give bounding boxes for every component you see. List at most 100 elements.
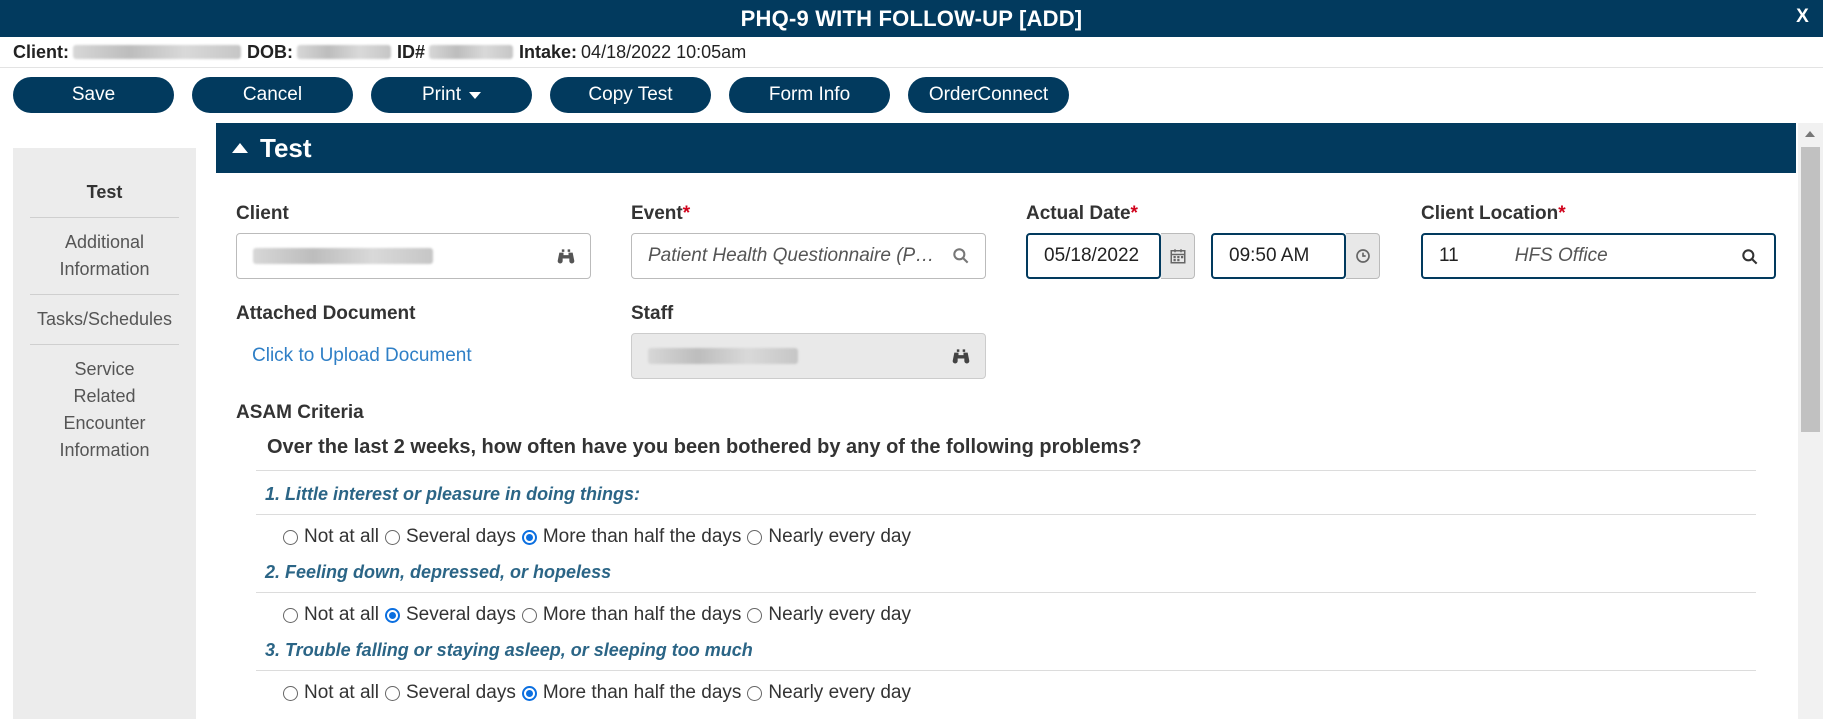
option-label: Not at all <box>304 604 379 625</box>
toolbar: Save Cancel Print Copy Test Form Info Or… <box>0 69 1823 121</box>
upload-document-link[interactable]: Click to Upload Document <box>252 345 472 367</box>
staff-name-redacted <box>648 348 798 364</box>
actual-time-input[interactable]: 09:50 AM <box>1211 233 1346 279</box>
calendar-button[interactable] <box>1161 233 1195 279</box>
radio-button-selected[interactable] <box>384 607 400 623</box>
q1-option-several-days[interactable]: Several days <box>384 526 516 548</box>
binoculars-icon[interactable] <box>556 246 576 266</box>
search-icon[interactable] <box>1740 247 1760 267</box>
q2-option-nearly-every-day[interactable]: Nearly every day <box>747 604 911 626</box>
date-value: 05/18/2022 <box>1044 245 1140 266</box>
actual-date-label: Actual Date* <box>1026 203 1138 224</box>
option-label: Nearly every day <box>768 682 911 703</box>
calendar-icon <box>1170 249 1185 264</box>
vertical-scrollbar[interactable] <box>1798 123 1823 719</box>
radio-button[interactable] <box>283 529 298 545</box>
radio-button[interactable] <box>521 607 537 623</box>
option-label: More than half the days <box>542 604 742 625</box>
triangle-up-icon <box>232 143 248 153</box>
client-info-bar: Client: DOB: ID# Intake: 04/18/2022 10:0… <box>0 37 1823 68</box>
option-label: Nearly every day <box>768 604 911 625</box>
client-name-redacted-field <box>253 248 433 264</box>
nav-item-test[interactable]: Test <box>30 168 179 218</box>
event-field-label: Event* <box>631 203 691 224</box>
radio-button-selected[interactable] <box>521 685 537 701</box>
staff-field <box>631 333 986 379</box>
close-button[interactable]: X <box>1796 6 1809 28</box>
nav-item-tasks-schedules[interactable]: Tasks/Schedules <box>30 295 179 345</box>
divider <box>256 470 1756 471</box>
staff-field-label: Staff <box>631 303 674 324</box>
cancel-button[interactable]: Cancel <box>192 77 353 113</box>
event-field[interactable]: Patient Health Questionnaire (PH... <box>631 233 986 279</box>
clock-button[interactable] <box>1346 233 1380 279</box>
client-location-label: Client Location* <box>1421 203 1566 224</box>
q2-option-not-at-all[interactable]: Not at all <box>283 604 379 626</box>
q1-option-nearly-every-day[interactable]: Nearly every day <box>747 526 911 548</box>
client-field[interactable] <box>236 233 591 279</box>
form-info-button[interactable]: Form Info <box>729 77 890 113</box>
nav-item-additional-information[interactable]: Additional Information <box>30 218 179 295</box>
radio-button[interactable] <box>747 529 763 545</box>
intake-value: 04/18/2022 10:05am <box>581 41 747 62</box>
print-button-label: Print <box>421 84 462 105</box>
radio-button[interactable] <box>747 685 763 701</box>
id-redacted <box>429 45 514 59</box>
actual-date-input[interactable]: 05/18/2022 <box>1026 233 1161 279</box>
form-info-button-label: Form Info <box>768 84 851 105</box>
option-label: Nearly every day <box>768 526 911 547</box>
copy-test-button[interactable]: Copy Test <box>550 77 711 113</box>
asam-prompt: Over the last 2 weeks, how often have yo… <box>267 436 1142 458</box>
q2-option-several-days[interactable]: Several days <box>384 604 516 626</box>
binoculars-icon[interactable] <box>951 346 971 366</box>
divider <box>256 592 1756 593</box>
q1-option-more-than-half[interactable]: More than half the days <box>521 526 742 548</box>
location-name: HFS Office <box>1514 245 1608 266</box>
radio-button[interactable] <box>384 529 400 545</box>
radio-button[interactable] <box>384 685 400 701</box>
client-field-label: Client <box>236 203 289 224</box>
print-button[interactable]: Print <box>371 77 532 113</box>
order-connect-button[interactable]: OrderConnect <box>908 77 1069 113</box>
dob-label: DOB: <box>247 41 293 62</box>
asam-criteria-label: ASAM Criteria <box>236 402 364 423</box>
q2-option-more-than-half[interactable]: More than half the days <box>521 604 742 626</box>
id-label: ID# <box>397 41 426 62</box>
q3-option-more-than-half[interactable]: More than half the days <box>521 682 742 704</box>
nav-item-service-related-encounter[interactable]: Service Related Encounter Information <box>30 345 179 475</box>
radio-button[interactable] <box>747 607 763 623</box>
question-1: 1. Little interest or pleasure in doing … <box>265 484 641 504</box>
client-name-redacted <box>73 45 241 59</box>
q1-option-not-at-all[interactable]: Not at all <box>283 526 379 548</box>
radio-button[interactable] <box>283 607 298 623</box>
option-label: Not at all <box>304 526 379 547</box>
option-label: More than half the days <box>542 526 742 547</box>
q3-option-not-at-all[interactable]: Not at all <box>283 682 379 704</box>
section-nav: Test Additional Information Tasks/Schedu… <box>13 148 196 719</box>
q3-option-nearly-every-day[interactable]: Nearly every day <box>747 682 911 704</box>
event-value: Patient Health Questionnaire (PH... <box>648 245 938 266</box>
option-label: More than half the days <box>542 682 742 703</box>
window-title: PHQ-9 WITH FOLLOW-UP [ADD] <box>740 5 1083 31</box>
question-1-options: Not at all Several days More than half t… <box>283 526 917 548</box>
client-location-field[interactable]: 11 HFS Office <box>1421 233 1776 279</box>
radio-button[interactable] <box>283 685 298 701</box>
scroll-up-icon[interactable] <box>1805 131 1815 137</box>
option-label: Not at all <box>304 682 379 703</box>
section-header-test[interactable]: Test <box>216 123 1796 173</box>
q3-option-several-days[interactable]: Several days <box>384 682 516 704</box>
search-icon[interactable] <box>951 246 971 266</box>
window-titlebar: PHQ-9 WITH FOLLOW-UP [ADD] X <box>0 0 1823 37</box>
scrollbar-thumb[interactable] <box>1801 147 1820 432</box>
save-button[interactable]: Save <box>13 77 174 113</box>
question-3-options: Not at all Several days More than half t… <box>283 682 917 704</box>
location-code: 11 <box>1439 245 1459 266</box>
question-2-options: Not at all Several days More than half t… <box>283 604 917 626</box>
time-value: 09:50 AM <box>1229 245 1310 266</box>
radio-button-selected[interactable] <box>521 529 537 545</box>
question-2: 2. Feeling down, depressed, or hopeless <box>265 562 612 582</box>
intake-label: Intake: <box>519 41 578 62</box>
option-label: Several days <box>405 526 516 547</box>
cancel-button-label: Cancel <box>242 84 303 105</box>
order-connect-button-label: OrderConnect <box>928 84 1049 105</box>
